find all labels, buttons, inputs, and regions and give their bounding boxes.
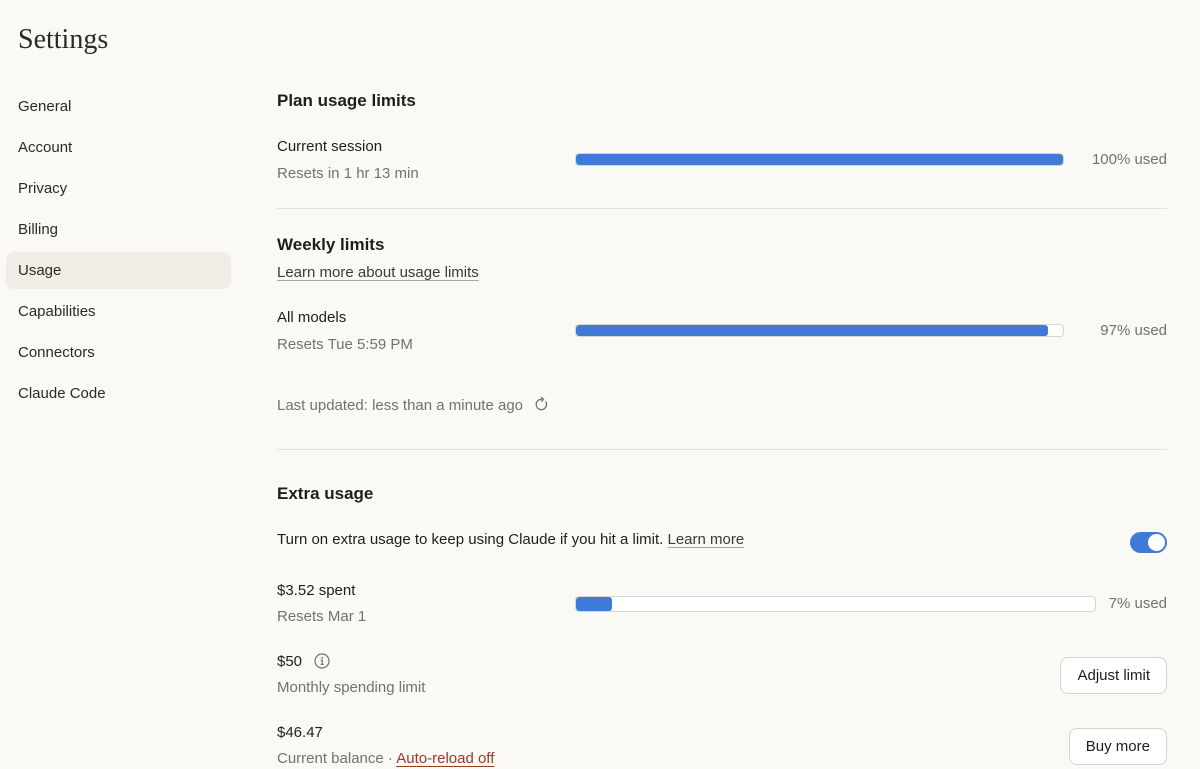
extra-spent-reset: Resets Mar 1 [277,608,367,625]
sidebar-item-claude-code[interactable]: Claude Code [6,375,231,412]
extra-usage-progress-bar [575,596,1096,612]
refresh-icon[interactable] [534,397,549,412]
spending-limit-row: $50 [277,652,330,672]
info-icon[interactable] [314,652,330,669]
extra-usage-toggle[interactable] [1130,532,1167,553]
current-session-label: Current session [277,138,383,155]
sidebar-item-billing[interactable]: Billing [6,211,231,248]
all-models-progress-fill [576,325,1049,336]
balance-separator: · [387,750,393,767]
extra-usage-description: Turn on extra usage to keep using Claude… [277,531,664,548]
all-models-percent: 97% used [1100,322,1167,339]
balance-amount: $46.47 [277,724,323,741]
sidebar-item-general[interactable]: General [6,88,231,125]
current-session-reset: Resets in 1 hr 13 min [277,165,419,182]
all-models-label: All models [277,309,347,326]
last-updated-row: Last updated: less than a minute ago [277,396,549,416]
extra-usage-learn-more-link[interactable]: Learn more [668,531,745,548]
extra-usage-title: Extra usage [277,484,374,503]
extra-usage-progress-fill [576,597,613,611]
balance-row: Current balance · Auto-reload off [277,749,494,769]
adjust-limit-button[interactable]: Adjust limit [1060,657,1167,694]
buy-more-button[interactable]: Buy more [1068,728,1167,765]
all-models-progress-bar [575,324,1064,337]
weekly-learn-more-row: Learn more about usage limits [277,263,479,283]
sidebar-item-capabilities[interactable]: Capabilities [6,293,231,330]
auto-reload-link[interactable]: Auto-reload off [396,750,494,767]
settings-sidebar: General Account Privacy Billing Usage Ca… [6,88,231,416]
extra-usage-description-row: Turn on extra usage to keep using Claude… [277,530,744,550]
learn-more-usage-limits-link[interactable]: Learn more about usage limits [277,264,479,281]
sidebar-item-usage[interactable]: Usage [6,252,231,289]
extra-usage-percent: 7% used [1108,595,1167,612]
spending-limit-label: Monthly spending limit [277,679,426,696]
sidebar-item-connectors[interactable]: Connectors [6,334,231,371]
extra-spent-label: $3.52 spent [277,582,356,599]
sidebar-item-privacy[interactable]: Privacy [6,170,231,207]
toggle-knob [1148,534,1165,551]
weekly-limits-title: Weekly limits [277,235,385,254]
plan-usage-title: Plan usage limits [277,91,416,110]
spending-limit-amount: $50 [277,653,303,670]
current-session-percent: 100% used [1091,151,1167,168]
current-session-progress-bar [575,153,1064,166]
section-divider [277,449,1167,450]
balance-label: Current balance [277,750,384,767]
sidebar-item-account[interactable]: Account [6,129,231,166]
current-session-progress-fill [576,154,1063,165]
page-title: Settings [18,24,109,55]
section-divider [277,208,1167,209]
all-models-reset: Resets Tue 5:59 PM [277,336,413,353]
last-updated-text: Last updated: less than a minute ago [277,397,524,414]
